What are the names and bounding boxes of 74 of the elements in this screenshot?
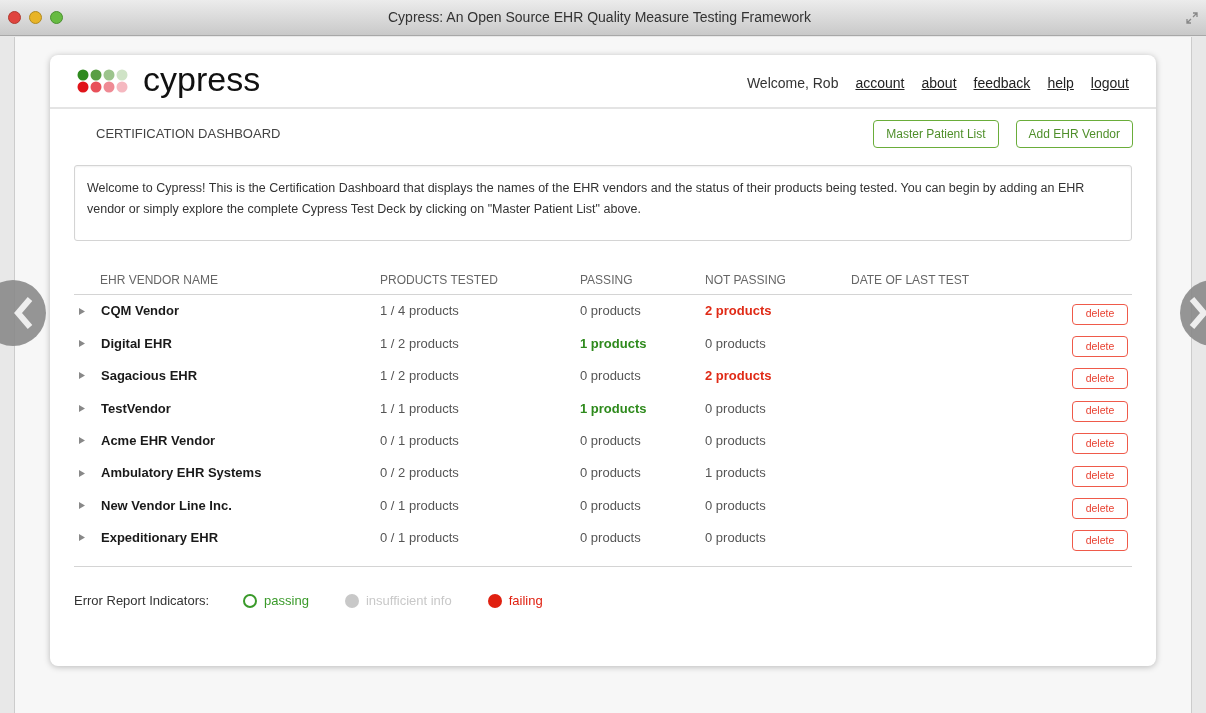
- nav-link[interactable]: logout: [1090, 72, 1129, 94]
- action-button[interactable]: Add EHR Vendor: [1015, 120, 1133, 148]
- intro-text: Welcome to Cypress! This is the Certification Dashboard that displays the names of the EHR vendors and the status of their products being tested. You can begin by adding an EHR vendor or simply explore the complete Cypress Test Deck by clicking on "Master Patient List" above.: [74, 165, 1132, 241]
- column-header: EHR VENDOR NAME: [99, 272, 219, 289]
- delete-button[interactable]: delete: [1072, 465, 1128, 487]
- vendor-name[interactable]: Acme EHR Vendor: [101, 431, 216, 451]
- table-cell: 1 products: [705, 465, 766, 481]
- table-cell: 2 products: [705, 303, 772, 319]
- expand-arrow-icon[interactable]: [79, 404, 85, 412]
- table-cell-text: 0 / 1 products: [380, 529, 460, 548]
- expand-arrow-icon[interactable]: [79, 437, 85, 445]
- delete-button[interactable]: delete: [1072, 433, 1128, 455]
- column-header: NOT PASSING: [705, 272, 787, 289]
- table-cell-text: 1 / 2 products: [380, 334, 460, 353]
- column-header: PASSING: [580, 272, 634, 289]
- nav-link[interactable]: help: [1047, 72, 1074, 94]
- close-icon[interactable]: [8, 11, 21, 24]
- table-cell: 0 products: [705, 530, 766, 546]
- expand-arrow-icon[interactable]: [79, 502, 85, 510]
- expand-arrow-icon[interactable]: [79, 307, 85, 315]
- chevron-right-icon: [1188, 296, 1206, 330]
- zoom-icon[interactable]: [50, 11, 63, 24]
- fullscreen-icon[interactable]: [1186, 11, 1198, 24]
- page-title: CERTIFICATION DASHBOARD: [96, 125, 281, 144]
- table-cell: 1 products: [580, 400, 647, 416]
- table-cell: 0 products: [580, 497, 641, 513]
- legend-text: passing: [264, 592, 309, 611]
- logo-text: cypress: [143, 62, 261, 96]
- vendor-name[interactable]: Expeditionary EHR: [101, 528, 219, 548]
- legend-label: Error Report Indicators:: [74, 592, 210, 611]
- vendor-name[interactable]: Digital EHR: [101, 333, 172, 354]
- delete-button[interactable]: delete: [1072, 498, 1128, 520]
- table-cell: 0 products: [705, 335, 766, 351]
- table-cell: 0 products: [580, 433, 641, 448]
- expand-arrow-icon[interactable]: [79, 372, 85, 380]
- table-cell: 0 products: [580, 530, 641, 546]
- table-cell-text: 1 / 1 products: [380, 399, 460, 418]
- vendor-name[interactable]: CQM Vendor: [101, 301, 179, 321]
- table-cell: 0 products: [580, 465, 641, 481]
- column-header: DATE OF LAST TEST: [851, 272, 971, 289]
- table-cell-text: 0 / 1 products: [380, 432, 460, 450]
- table-cell-text: 1 / 4 products: [380, 302, 460, 321]
- delete-button[interactable]: delete: [1072, 336, 1128, 358]
- table-cell: 0 products: [705, 433, 766, 448]
- table-cell: 2 products: [705, 368, 772, 384]
- delete-button[interactable]: delete: [1072, 400, 1128, 422]
- vendor-name[interactable]: Ambulatory EHR Systems: [101, 463, 262, 483]
- expand-arrow-icon[interactable]: [79, 534, 85, 542]
- table-cell: 0 products: [580, 368, 641, 384]
- table-cell: 1 products: [580, 335, 647, 351]
- action-button[interactable]: Master Patient List: [873, 120, 999, 148]
- window-title: Cypress: An Open Source EHR Quality Measure Testing Framework: [388, 8, 811, 27]
- column-header: PRODUCTS TESTED: [380, 272, 499, 289]
- table-cell: 0 products: [705, 400, 766, 416]
- table-cell: 0 products: [580, 303, 641, 319]
- delete-button[interactable]: delete: [1072, 530, 1128, 552]
- expand-arrow-icon[interactable]: [79, 340, 85, 348]
- table-cell-text: 0 / 2 products: [380, 464, 460, 483]
- welcome-text: Welcome, Rob: [746, 73, 839, 93]
- chevron-left-icon: [14, 296, 34, 330]
- vendor-name[interactable]: TestVendor: [101, 398, 171, 419]
- vendor-name[interactable]: New Vendor Line Inc.: [101, 495, 232, 516]
- table-cell: 0 products: [705, 497, 766, 513]
- delete-button[interactable]: delete: [1072, 303, 1128, 325]
- table-cell-text: 1 / 2 products: [380, 367, 460, 386]
- legend-text: failing: [508, 592, 543, 611]
- delete-button[interactable]: delete: [1072, 368, 1128, 390]
- table-cell-text: 0 / 1 products: [380, 496, 460, 515]
- nav-link[interactable]: about: [921, 72, 957, 94]
- vendor-name[interactable]: Sagacious EHR: [101, 366, 198, 386]
- nav-link[interactable]: account: [855, 72, 905, 94]
- minimize-icon[interactable]: [29, 11, 42, 24]
- expand-arrow-icon[interactable]: [79, 469, 85, 477]
- nav-link[interactable]: feedback: [973, 72, 1031, 94]
